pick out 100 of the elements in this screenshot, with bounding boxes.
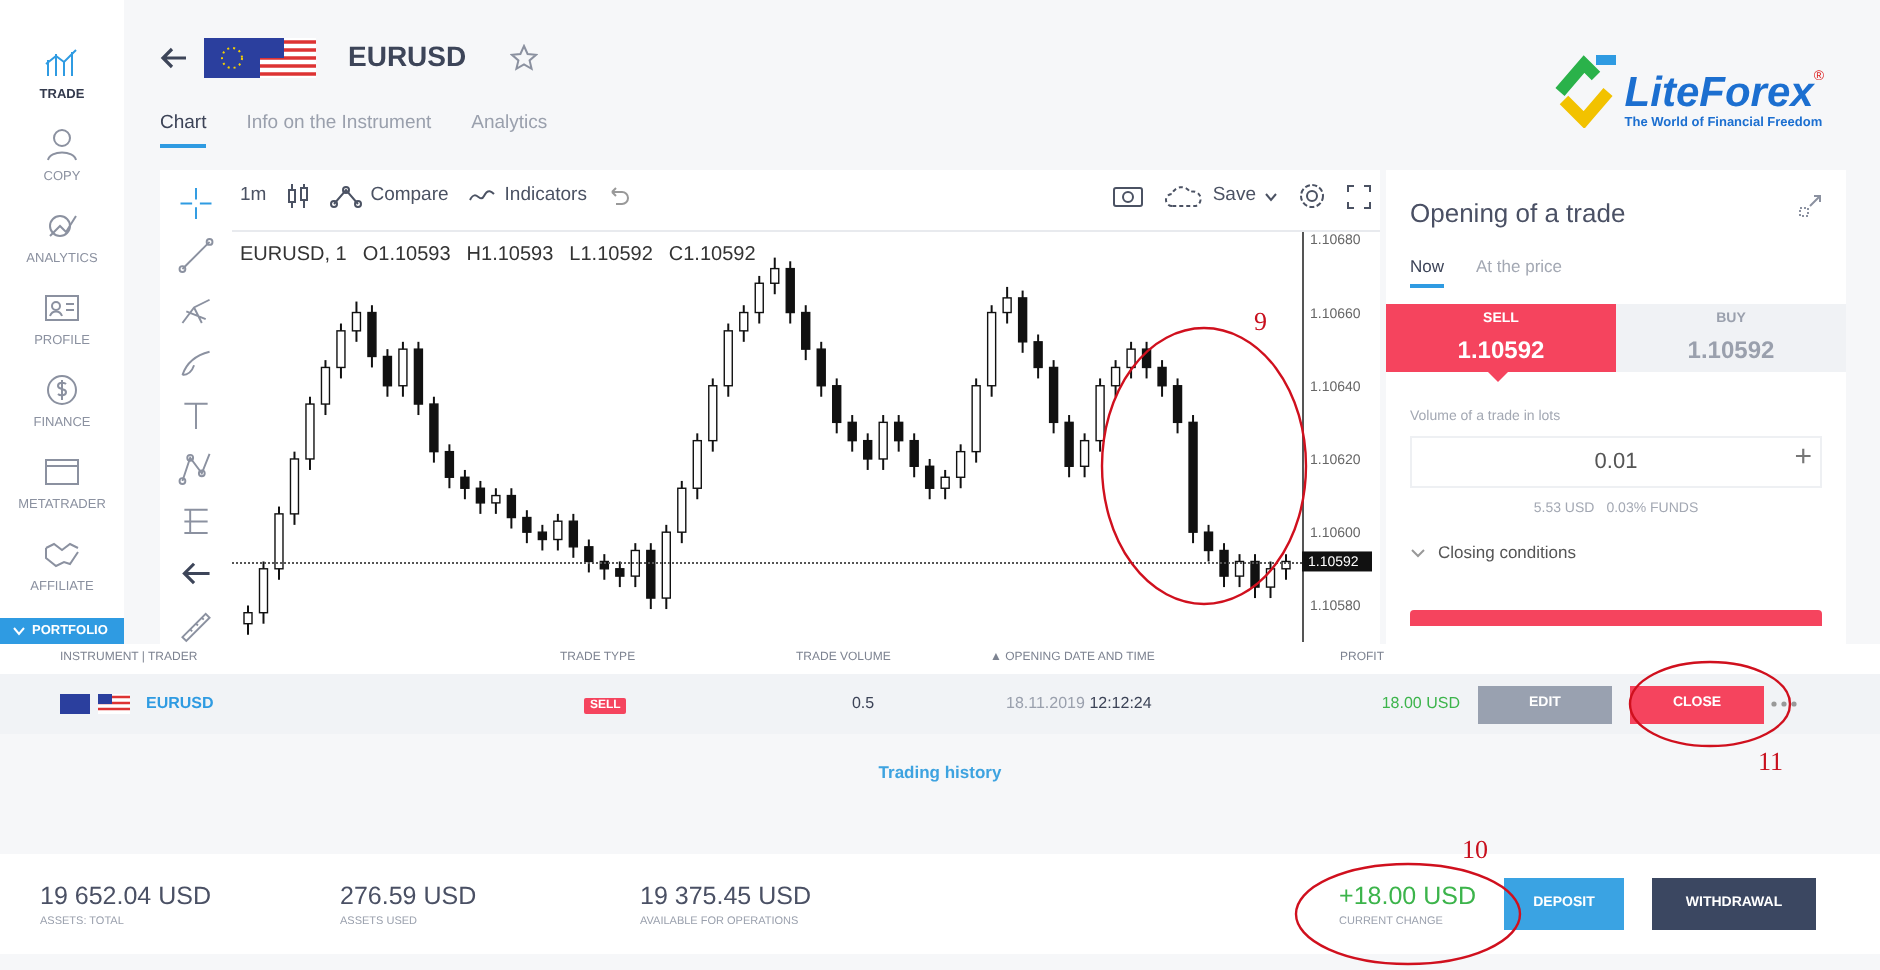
candlestick <box>351 300 362 343</box>
tab[interactable]: Analytics <box>471 110 548 149</box>
flag-icon <box>60 694 130 714</box>
chevron-icon <box>1410 548 1426 559</box>
candlestick <box>801 304 811 362</box>
window-icon <box>44 454 80 490</box>
flag-icon <box>204 37 316 77</box>
candlestick <box>1250 553 1260 600</box>
candlestick <box>1172 377 1183 435</box>
candlestick <box>1002 285 1012 325</box>
camera-icon[interactable] <box>1112 184 1145 208</box>
candlestick <box>1203 523 1214 563</box>
tab[interactable]: Chart <box>160 110 207 149</box>
line-tool-icon[interactable] <box>178 238 214 274</box>
crosshair-icon[interactable] <box>178 186 214 221</box>
profile-card-icon <box>44 290 80 326</box>
candlestick <box>367 304 377 369</box>
text-tool-icon[interactable] <box>178 397 214 433</box>
candlestick <box>878 414 888 471</box>
legend-value: O1.10593 <box>362 242 451 270</box>
candlestick <box>816 340 826 398</box>
tab[interactable]: Info on the Instrument <box>246 110 432 149</box>
save-button[interactable]: Save <box>1164 181 1278 211</box>
interval-button[interactable]: 1m <box>240 181 267 211</box>
candlestick <box>893 414 904 453</box>
dollar-icon <box>44 372 80 408</box>
compare-button[interactable]: Compare <box>330 181 449 211</box>
legend-value: C1.10592 <box>668 242 756 270</box>
candlestick <box>770 256 780 296</box>
annotation-number: 11 <box>1758 744 1784 780</box>
measure-icon[interactable] <box>178 503 214 539</box>
star-icon[interactable] <box>510 43 539 71</box>
trading-history-link[interactable]: Trading history <box>878 760 1002 784</box>
table-cell-text: 18.11.2019 12:12:24 <box>1004 692 1154 716</box>
candlestick <box>1219 542 1229 589</box>
candlestick <box>522 509 532 545</box>
candlestick <box>537 523 548 552</box>
more-icon[interactable] <box>1770 700 1798 708</box>
settings-icon[interactable] <box>1298 182 1326 210</box>
chevron-icon <box>12 626 26 636</box>
legend-value: L1.10592 <box>569 242 653 270</box>
legend-symbol: EURUSD, 1 <box>240 242 347 270</box>
candlestick <box>258 560 269 625</box>
candlestick <box>320 359 331 417</box>
caret-icon <box>1264 191 1278 201</box>
candlestick <box>630 542 641 589</box>
candlestick <box>1110 359 1121 398</box>
candlestick <box>491 487 501 515</box>
candlestick <box>1157 359 1167 398</box>
candlestick <box>615 560 625 589</box>
candlestick <box>754 274 764 325</box>
wave-icon <box>468 188 497 204</box>
legend-value: H1.10593 <box>466 242 554 270</box>
candlestick <box>382 348 393 398</box>
candlestick <box>243 604 253 636</box>
person-icon <box>44 126 80 162</box>
candlestick <box>1033 333 1043 380</box>
panel-title: Opening of a trade <box>1410 196 1626 232</box>
candlestick <box>940 468 950 501</box>
back-arrow-icon[interactable] <box>160 45 188 69</box>
table-cell-text: 0.5 <box>849 692 877 716</box>
annotation-number: 9 <box>1254 304 1267 340</box>
candlestick <box>847 414 857 453</box>
candlestick <box>1017 289 1028 354</box>
candlestick <box>909 432 919 479</box>
candlestick <box>1064 414 1074 479</box>
candlestick <box>955 443 966 490</box>
candlestick <box>924 457 935 501</box>
candlestick <box>1079 432 1090 479</box>
tab[interactable]: Now <box>1410 253 1445 289</box>
tab[interactable]: At the price <box>1476 253 1563 289</box>
ruler-icon[interactable] <box>178 609 214 644</box>
candlestick <box>1126 340 1136 380</box>
candlestick <box>863 432 873 471</box>
chart-icon <box>44 44 80 80</box>
annotation-number: 10 <box>1462 832 1488 868</box>
instrument-link[interactable]: EURUSD <box>146 692 214 716</box>
candlestick <box>398 340 408 398</box>
candlestick <box>785 260 795 325</box>
candlestick <box>444 443 455 490</box>
symbol-title: EURUSD <box>348 38 467 76</box>
candles-icon[interactable] <box>286 182 311 210</box>
stat-value: 19 652.04 USD <box>40 879 213 913</box>
closing-conditions-toggle[interactable]: Closing conditions <box>1386 520 1846 586</box>
candlestick <box>568 512 579 559</box>
candlestick <box>429 395 439 464</box>
stat-value: 276.59 USD <box>340 879 479 913</box>
fullscreen-icon[interactable] <box>1346 183 1372 209</box>
compare-icon <box>330 184 363 208</box>
plus-button[interactable]: + <box>1794 441 1812 472</box>
candlestick <box>475 479 486 515</box>
undo-icon[interactable] <box>606 186 631 206</box>
pattern-icon[interactable] <box>178 450 214 486</box>
stat-value: 19 375.45 USD <box>640 879 813 913</box>
candlestick <box>692 432 702 501</box>
expand-icon[interactable] <box>1798 194 1822 218</box>
candlestick <box>506 487 517 530</box>
volume-field[interactable]: 0.01 + <box>1410 435 1822 488</box>
profit-cell-text: 18.00 USD <box>1379 692 1460 716</box>
indicators-button[interactable]: Indicators <box>468 181 587 211</box>
